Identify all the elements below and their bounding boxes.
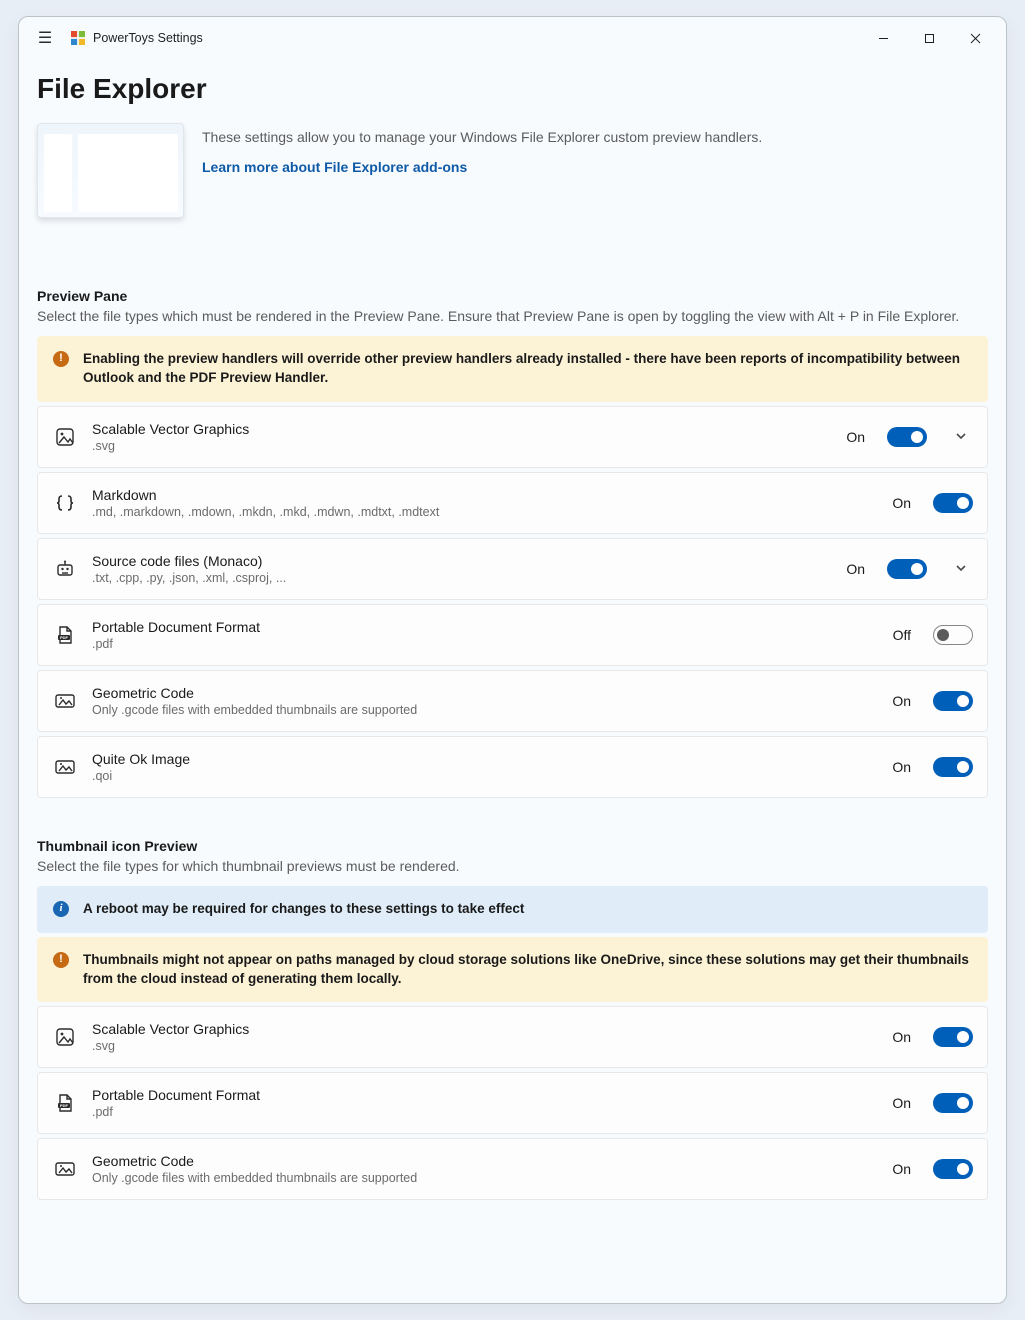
app-title: PowerToys Settings (93, 31, 203, 45)
thumbnail-warning-text: Thumbnails might not appear on paths man… (83, 951, 972, 989)
setting-row: Portable Document Format .pdf Off (37, 604, 988, 666)
info-icon: i (53, 901, 69, 917)
toggle-state-label: Off (893, 627, 911, 643)
pdf-icon (54, 624, 76, 646)
thumbnail-warning-banner: ! Thumbnails might not appear on paths m… (37, 937, 988, 1003)
image-icon (54, 426, 76, 448)
app-logo-icon (71, 31, 85, 45)
setting-title: Portable Document Format (92, 1087, 876, 1103)
toggle-switch[interactable] (887, 427, 927, 447)
toggle-state-label: On (846, 561, 865, 577)
toggle-switch[interactable] (933, 493, 973, 513)
warning-icon: ! (53, 952, 69, 968)
caption-controls (860, 23, 998, 53)
setting-subtitle: Only .gcode files with embedded thumbnai… (92, 703, 876, 717)
setting-subtitle: .svg (92, 1039, 876, 1053)
robot-icon (54, 558, 76, 580)
setting-title: Source code files (Monaco) (92, 553, 830, 569)
toggle-state-label: On (892, 1029, 911, 1045)
toggle-state-label: On (892, 1095, 911, 1111)
toggle-state-label: On (892, 759, 911, 775)
setting-title: Geometric Code (92, 1153, 876, 1169)
toggle-state-label: On (892, 495, 911, 511)
toggle-switch[interactable] (933, 691, 973, 711)
toggle-switch[interactable] (933, 1093, 973, 1113)
setting-title: Scalable Vector Graphics (92, 421, 830, 437)
setting-subtitle: Only .gcode files with embedded thumbnai… (92, 1171, 876, 1185)
hero-description: These settings allow you to manage your … (202, 129, 762, 145)
setting-row: Source code files (Monaco) .txt, .cpp, .… (37, 538, 988, 600)
thumbnail-sub: Select the file types for which thumbnai… (37, 858, 988, 874)
page-title: File Explorer (37, 73, 988, 105)
maximize-button[interactable] (906, 23, 952, 53)
setting-row: Geometric Code Only .gcode files with em… (37, 670, 988, 732)
setting-subtitle: .txt, .cpp, .py, .json, .xml, .csproj, .… (92, 571, 830, 585)
landscape-icon (54, 690, 76, 712)
toggle-switch[interactable] (933, 1027, 973, 1047)
image-icon (54, 1026, 76, 1048)
setting-subtitle: .pdf (92, 1105, 876, 1119)
thumbnail-header: Thumbnail icon Preview (37, 838, 988, 854)
setting-row: Markdown .md, .markdown, .mdown, .mkdn, … (37, 472, 988, 534)
minimize-button[interactable] (860, 23, 906, 53)
thumbnail-info-text: A reboot may be required for changes to … (83, 900, 972, 919)
thumbnail-info-banner: i A reboot may be required for changes t… (37, 886, 988, 933)
setting-subtitle: .svg (92, 439, 830, 453)
toggle-switch[interactable] (933, 757, 973, 777)
titlebar: ☰ PowerToys Settings (19, 17, 1006, 59)
preview-pane-list: Scalable Vector Graphics .svg On Markdow… (37, 406, 988, 798)
learn-more-link[interactable]: Learn more about File Explorer add-ons (202, 159, 467, 175)
close-button[interactable] (952, 23, 998, 53)
toggle-switch[interactable] (933, 625, 973, 645)
setting-subtitle: .qoi (92, 769, 876, 783)
chevron-down-icon[interactable] (949, 561, 973, 577)
landscape-icon (54, 756, 76, 778)
hero: These settings allow you to manage your … (37, 123, 988, 218)
toggle-state-label: On (892, 693, 911, 709)
setting-title: Portable Document Format (92, 619, 877, 635)
hamburger-icon[interactable]: ☰ (31, 28, 59, 48)
toggle-switch[interactable] (887, 559, 927, 579)
preview-pane-sub: Select the file types which must be rend… (37, 308, 988, 324)
setting-title: Markdown (92, 487, 876, 503)
setting-row: Scalable Vector Graphics .svg On (37, 1006, 988, 1068)
preview-pane-warning-banner: ! Enabling the preview handlers will ove… (37, 336, 988, 402)
hero-thumbnail (37, 123, 184, 218)
app-window: ☰ PowerToys Settings File Explorer These… (18, 16, 1007, 1304)
preview-pane-warning-text: Enabling the preview handlers will overr… (83, 350, 972, 388)
setting-row: Scalable Vector Graphics .svg On (37, 406, 988, 468)
landscape-icon (54, 1158, 76, 1180)
preview-pane-header: Preview Pane (37, 288, 988, 304)
setting-subtitle: .pdf (92, 637, 877, 651)
toggle-state-label: On (892, 1161, 911, 1177)
setting-row: Geometric Code Only .gcode files with em… (37, 1138, 988, 1200)
toggle-state-label: On (846, 429, 865, 445)
chevron-down-icon[interactable] (949, 429, 973, 445)
thumbnail-list: Scalable Vector Graphics .svg On Portabl… (37, 1006, 988, 1200)
pdf-icon (54, 1092, 76, 1114)
setting-title: Quite Ok Image (92, 751, 876, 767)
setting-title: Geometric Code (92, 685, 876, 701)
warning-icon: ! (53, 351, 69, 367)
braces-icon (54, 492, 76, 514)
setting-subtitle: .md, .markdown, .mdown, .mkdn, .mkd, .md… (92, 505, 876, 519)
setting-title: Scalable Vector Graphics (92, 1021, 876, 1037)
page-content: File Explorer These settings allow you t… (19, 59, 1006, 1200)
setting-row: Quite Ok Image .qoi On (37, 736, 988, 798)
setting-row: Portable Document Format .pdf On (37, 1072, 988, 1134)
toggle-switch[interactable] (933, 1159, 973, 1179)
